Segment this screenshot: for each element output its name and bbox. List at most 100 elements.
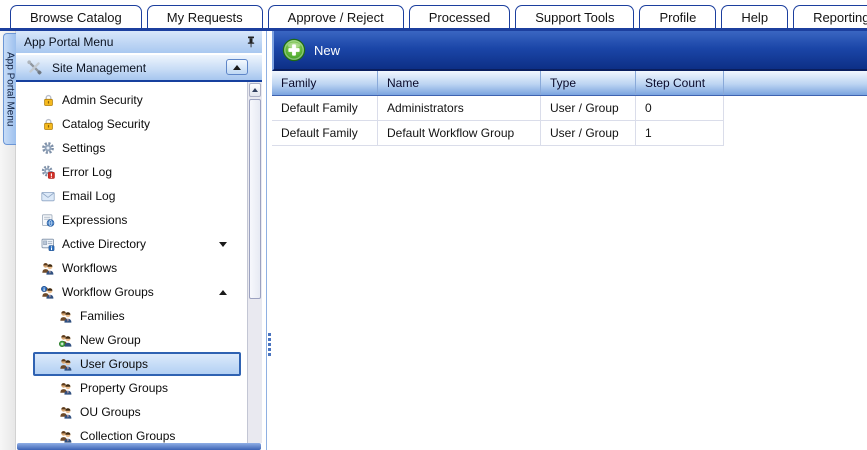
sidebar-item-label: Workflows (62, 261, 117, 275)
tabbar-underline (0, 28, 867, 31)
gear-icon (40, 141, 56, 155)
sidebar-item-label: Settings (62, 141, 105, 155)
tab-approve-reject[interactable]: Approve / Reject (268, 5, 404, 28)
row-filler (724, 96, 867, 121)
sidebar-item-label: Admin Security (62, 93, 143, 107)
column-header-label: Step Count (645, 76, 705, 90)
tab-support-tools[interactable]: Support Tools (515, 5, 634, 28)
cell-text: User / Group (550, 126, 619, 140)
site-management-menu: Admin Security Catalog Security Settings Er… (16, 82, 247, 443)
tab-processed[interactable]: Processed (409, 5, 510, 28)
sidebar-item-expressions[interactable]: Expressions (33, 208, 241, 232)
sidebar-item-label: OU Groups (80, 405, 141, 419)
sidebar-item-label: Expressions (62, 213, 127, 227)
scroll-up-button[interactable] (249, 83, 261, 97)
chevron-down-icon (219, 242, 227, 247)
pin-icon[interactable] (245, 36, 257, 48)
cell-text: Default Family (281, 101, 358, 115)
tab-profile[interactable]: Profile (639, 5, 716, 28)
tab-browse-catalog[interactable]: Browse Catalog (10, 5, 142, 28)
sidebar-item-workflows[interactable]: Workflows (33, 256, 241, 280)
sidebar-item-ou-groups[interactable]: OU Groups (33, 400, 241, 424)
cell-text: Default Workflow Group (387, 126, 514, 140)
cell-step_count: 0 (636, 96, 724, 121)
sidebar-item-collection-groups[interactable]: Collection Groups (33, 424, 241, 443)
users-icon (58, 430, 74, 443)
chevron-up-icon (233, 65, 241, 70)
users-icon (58, 358, 74, 371)
sidebar-item-label: Families (80, 309, 125, 323)
tab-label: Help (741, 10, 768, 25)
tab-label: My Requests (167, 10, 243, 25)
sidebar-item-error-log[interactable]: Error Log (33, 160, 241, 184)
tab-help[interactable]: Help (721, 5, 788, 28)
sidebar-item-new-group[interactable]: New Group (33, 328, 241, 352)
tab-my-requests[interactable]: My Requests (147, 5, 263, 28)
splitter-grip-icon (268, 333, 271, 356)
sidebar-item-label: Property Groups (80, 381, 168, 395)
column-header-type[interactable]: Type (541, 71, 636, 95)
cell-name: Default Workflow Group (378, 121, 541, 146)
tab-label: Browse Catalog (30, 10, 122, 25)
tab-label: Profile (659, 10, 696, 25)
site-management-label: Site Management (52, 61, 146, 75)
tab-reporting[interactable]: Reporting (793, 5, 867, 28)
header-filler (724, 71, 867, 95)
column-header-step-count[interactable]: Step Count (636, 71, 724, 95)
sidebar-item-property-groups[interactable]: Property Groups (33, 376, 241, 400)
cell-type: User / Group (541, 96, 636, 121)
sidebar-item-label: Collection Groups (80, 429, 175, 443)
cell-text: 0 (645, 101, 652, 115)
site-management-section-header[interactable]: Site Management (16, 55, 262, 82)
column-header-label: Type (550, 76, 576, 90)
users-icon (58, 382, 74, 395)
tools-icon (26, 59, 44, 76)
cell-text: 1 (645, 126, 652, 140)
column-header-name[interactable]: Name (378, 71, 541, 95)
users-icon (40, 262, 56, 275)
new-button-label: New (314, 43, 340, 58)
sidebar-item-label: Email Log (62, 189, 115, 203)
add-icon (282, 38, 306, 62)
table-row[interactable]: Default Family Administrators User / Group… (272, 96, 867, 121)
panel-bottom-edge (17, 443, 261, 450)
sidebar-item-active-directory[interactable]: Active Directory (33, 232, 241, 256)
sidebar-item-user-groups[interactable]: User Groups (33, 352, 241, 376)
collapse-section-button[interactable] (226, 59, 248, 75)
cell-family: Default Family (272, 121, 378, 146)
cell-type: User / Group (541, 121, 636, 146)
panel-title: App Portal Menu (24, 35, 113, 49)
new-button[interactable]: New (282, 38, 340, 62)
cell-name: Administrators (378, 96, 541, 121)
sidebar-item-workflow-groups[interactable]: Workflow Groups (33, 280, 241, 304)
column-header-label: Name (387, 76, 419, 90)
table-row[interactable]: Default Family Default Workflow Group User… (272, 121, 867, 146)
app-portal-menu-vertical-tab[interactable]: App Portal Menu (3, 33, 16, 145)
tab-bar: Browse Catalog My Requests Approve / Rejec… (0, 0, 867, 28)
column-header-label: Family (281, 76, 316, 90)
lock-icon (40, 118, 56, 131)
expressions-icon (40, 214, 56, 227)
user-info-icon (40, 286, 56, 299)
sidebar-item-families[interactable]: Families (33, 304, 241, 328)
sidebar-item-catalog-security[interactable]: Catalog Security (33, 112, 241, 136)
users-icon (58, 406, 74, 419)
collapsed-panel-strip: App Portal Menu (0, 31, 16, 450)
tab-label: Processed (429, 10, 490, 25)
sidebar-scrollbar[interactable] (247, 82, 262, 443)
sidebar-item-admin-security[interactable]: Admin Security (33, 88, 241, 112)
sidebar-item-label: Active Directory (62, 237, 146, 251)
scrollbar-thumb[interactable] (249, 99, 261, 299)
panel-splitter[interactable] (262, 31, 272, 450)
sidebar-item-settings[interactable]: Settings (33, 136, 241, 160)
row-filler (724, 121, 867, 146)
content-toolbar: New (272, 31, 867, 71)
sidebar-item-label: Error Log (62, 165, 112, 179)
main-content: New Family Name Type Step Count Default Fam… (272, 31, 867, 450)
sidebar-item-email-log[interactable]: Email Log (33, 184, 241, 208)
grid-body: Default FamilyAdministratorsUser / Group… (272, 96, 867, 146)
tab-label: Support Tools (535, 10, 614, 25)
sidebar-item-label: Catalog Security (62, 117, 150, 131)
cell-text: User / Group (550, 101, 619, 115)
column-header-family[interactable]: Family (272, 71, 378, 95)
